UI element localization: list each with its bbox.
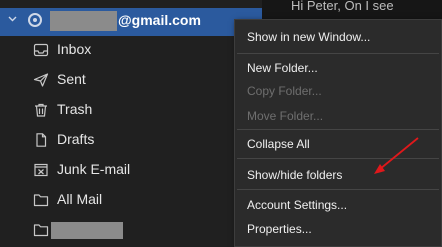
folder-icon — [33, 223, 49, 237]
folder-pane: @gmail.com Inbox Sent Trash Drafts Junk … — [0, 0, 262, 247]
account-email-domain: @gmail.com — [118, 12, 201, 28]
folder-label: Junk E-mail — [57, 161, 131, 177]
folder-context-menu: Show in new Window... New Folder... Copy… — [234, 19, 442, 247]
folder-label: Drafts — [57, 131, 95, 147]
draft-icon — [33, 133, 49, 147]
folder-label: Sent — [57, 71, 86, 87]
menu-item-account-settings[interactable]: Account Settings... — [247, 198, 347, 212]
menu-item-show-hide-folders[interactable]: Show/hide folders — [247, 168, 342, 182]
folder-redacted[interactable] — [0, 215, 262, 245]
inbox-icon — [33, 43, 49, 57]
menu-item-properties[interactable]: Properties... — [247, 222, 312, 236]
menu-separator — [237, 189, 439, 190]
menu-separator — [237, 129, 439, 130]
redacted-email-user — [50, 11, 117, 31]
red-arrow-annotation — [374, 137, 419, 174]
folder-label: Inbox — [57, 41, 92, 57]
folder-label: All Mail — [57, 191, 103, 207]
menu-item-copy-folder: Copy Folder... — [247, 84, 322, 98]
folder-inbox[interactable]: Inbox — [0, 35, 262, 65]
account-row[interactable]: @gmail.com — [0, 8, 262, 36]
junk-icon — [33, 163, 49, 177]
redacted-folder-name — [51, 222, 123, 239]
menu-item-show-in-new-window[interactable]: Show in new Window... — [247, 30, 370, 44]
menu-item-move-folder: Move Folder... — [247, 109, 324, 123]
menu-item-new-folder[interactable]: New Folder... — [247, 61, 318, 75]
menu-item-collapse-all[interactable]: Collapse All — [247, 137, 310, 151]
folder-drafts[interactable]: Drafts — [0, 125, 262, 155]
trash-icon — [33, 103, 49, 117]
account-ring-icon — [28, 13, 42, 27]
message-preview-text: Hi Peter, On I see — [291, 0, 394, 13]
folder-trash[interactable]: Trash — [0, 95, 262, 125]
menu-separator — [237, 53, 439, 54]
folder-all-mail[interactable]: All Mail — [0, 185, 262, 215]
folder-junk-email[interactable]: Junk E-mail — [0, 155, 262, 185]
folder-sent[interactable]: Sent — [0, 65, 262, 95]
send-icon — [33, 73, 49, 87]
folder-icon — [33, 193, 49, 207]
folder-label: Trash — [57, 101, 93, 117]
chevron-down-icon[interactable] — [8, 12, 17, 26]
